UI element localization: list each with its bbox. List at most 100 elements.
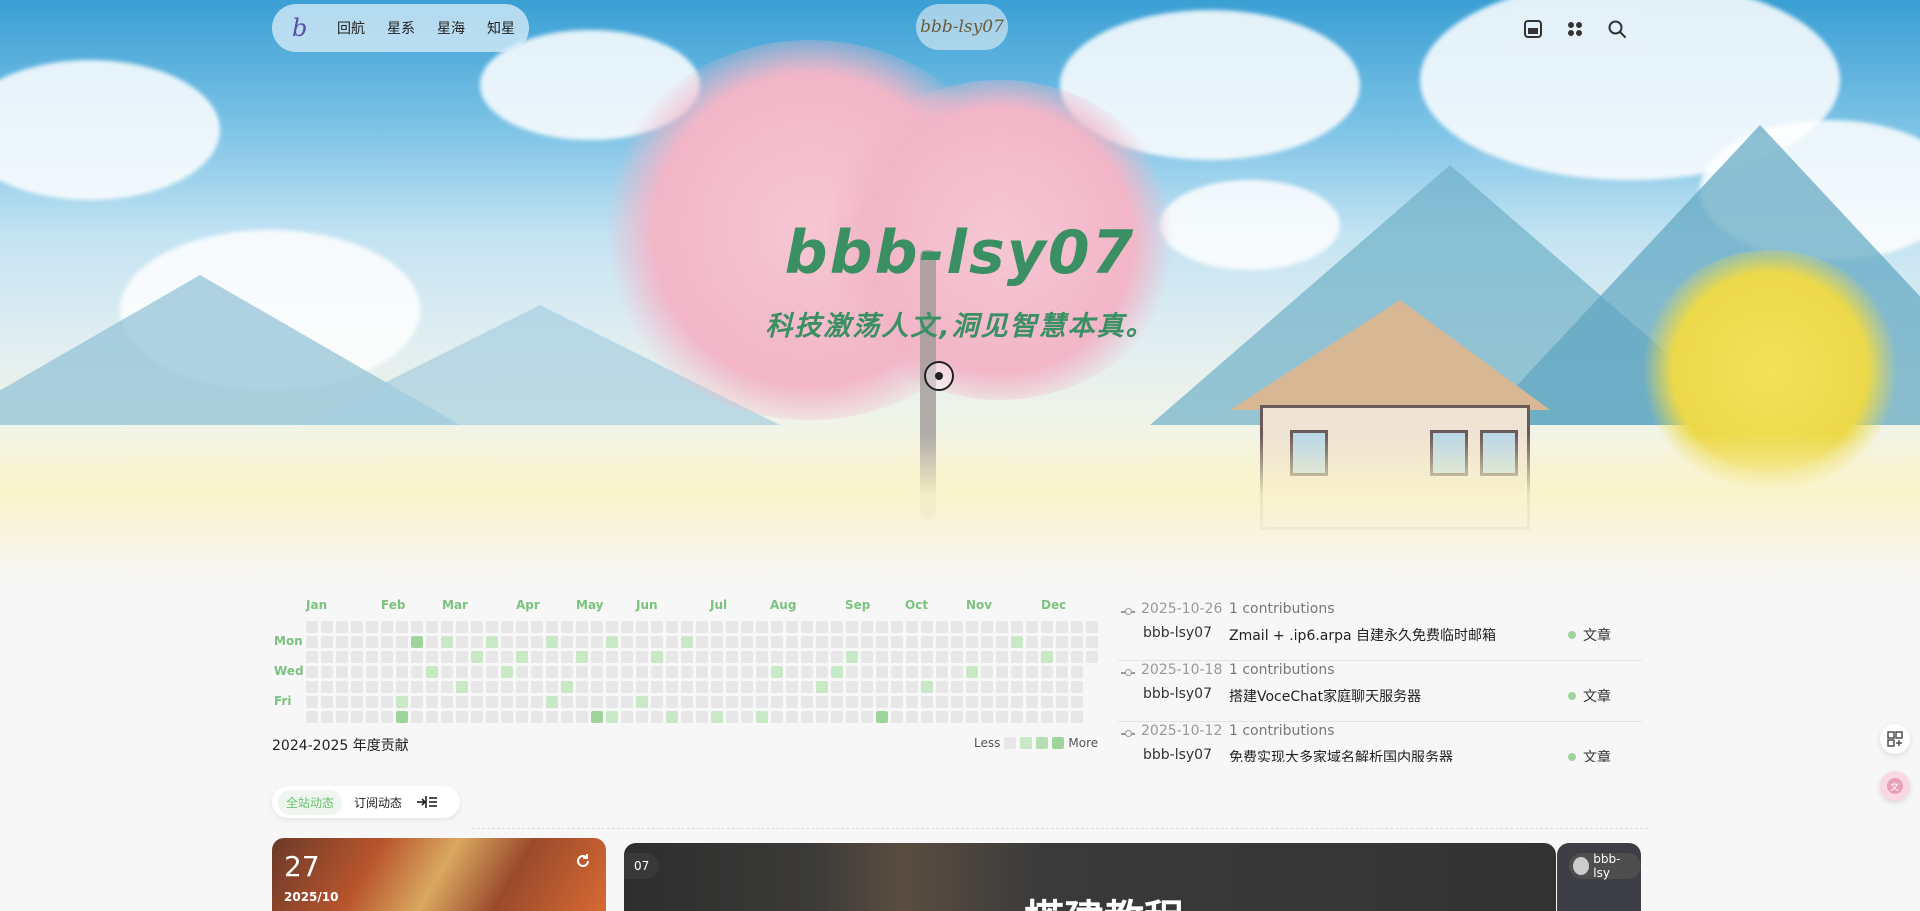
contribution-cell[interactable] xyxy=(321,681,333,693)
contribution-cell[interactable] xyxy=(336,651,348,663)
contribution-cell[interactable] xyxy=(666,681,678,693)
contribution-cell[interactable] xyxy=(921,681,933,693)
contribution-cell[interactable] xyxy=(486,681,498,693)
contribution-cell[interactable] xyxy=(1056,636,1068,648)
site-logo[interactable]: b xyxy=(292,14,324,42)
contribution-cell[interactable] xyxy=(321,636,333,648)
contribution-cell[interactable] xyxy=(351,651,363,663)
contribution-cell[interactable] xyxy=(561,711,573,723)
contribution-cell[interactable] xyxy=(396,681,408,693)
contribution-cell[interactable] xyxy=(711,651,723,663)
contribution-cell[interactable] xyxy=(801,696,813,708)
contribution-cell[interactable] xyxy=(591,696,603,708)
contribution-cell[interactable] xyxy=(381,651,393,663)
contribution-cell[interactable] xyxy=(591,711,603,723)
contribution-cell[interactable] xyxy=(576,696,588,708)
contribution-cell[interactable] xyxy=(651,711,663,723)
date-card[interactable]: 27 2025/10 xyxy=(272,838,606,911)
contribution-cell[interactable] xyxy=(726,711,738,723)
contribution-cell[interactable] xyxy=(996,651,1008,663)
contribution-cell[interactable] xyxy=(951,666,963,678)
contribution-cell[interactable] xyxy=(606,621,618,633)
contribution-cell[interactable] xyxy=(786,681,798,693)
contribution-cell[interactable] xyxy=(771,696,783,708)
contribution-cell[interactable] xyxy=(906,681,918,693)
contribution-cell[interactable] xyxy=(876,651,888,663)
contribution-cell[interactable] xyxy=(1056,651,1068,663)
contribution-cell[interactable] xyxy=(516,666,528,678)
contribution-cell[interactable] xyxy=(411,711,423,723)
contribution-cell[interactable] xyxy=(591,651,603,663)
contribution-cell[interactable] xyxy=(381,681,393,693)
contribution-cell[interactable] xyxy=(531,666,543,678)
contribution-cell[interactable] xyxy=(771,666,783,678)
contribution-cell[interactable] xyxy=(756,651,768,663)
side-grid-button[interactable] xyxy=(1880,724,1910,754)
contribution-cell[interactable] xyxy=(306,711,318,723)
contribution-cell[interactable] xyxy=(336,711,348,723)
contribution-cell[interactable] xyxy=(696,621,708,633)
contribution-cell[interactable] xyxy=(561,681,573,693)
contribution-cell[interactable] xyxy=(381,696,393,708)
contribution-cell[interactable] xyxy=(771,651,783,663)
contribution-cell[interactable] xyxy=(501,696,513,708)
nav-item-xingxi[interactable]: 星系 xyxy=(378,18,424,38)
contribution-cell[interactable] xyxy=(396,666,408,678)
contribution-cell[interactable] xyxy=(441,621,453,633)
contribution-cell[interactable] xyxy=(756,711,768,723)
contribution-cell[interactable] xyxy=(321,696,333,708)
contribution-cell[interactable] xyxy=(951,711,963,723)
contribution-cell[interactable] xyxy=(366,711,378,723)
contribution-cell[interactable] xyxy=(771,711,783,723)
contribution-cell[interactable] xyxy=(531,651,543,663)
contribution-cell[interactable] xyxy=(1056,621,1068,633)
contribution-cell[interactable] xyxy=(531,621,543,633)
contribution-cell[interactable] xyxy=(951,696,963,708)
tab-all-activity[interactable]: 全站动态 xyxy=(278,789,343,815)
contribution-cell[interactable] xyxy=(876,666,888,678)
contribution-cell[interactable] xyxy=(681,651,693,663)
contribution-cell[interactable] xyxy=(936,621,948,633)
contribution-cell[interactable] xyxy=(756,681,768,693)
contribution-cell[interactable] xyxy=(666,621,678,633)
contribution-cell[interactable] xyxy=(576,666,588,678)
contribution-cell[interactable] xyxy=(501,636,513,648)
contribution-cell[interactable] xyxy=(1056,681,1068,693)
contribution-cell[interactable] xyxy=(681,711,693,723)
contribution-cell[interactable] xyxy=(756,666,768,678)
contribution-cell[interactable] xyxy=(711,636,723,648)
contribution-cell[interactable] xyxy=(891,651,903,663)
contribution-cell[interactable] xyxy=(531,696,543,708)
contribution-cell[interactable] xyxy=(501,681,513,693)
contribution-cell[interactable] xyxy=(696,681,708,693)
contribution-cell[interactable] xyxy=(621,681,633,693)
contribution-cell[interactable] xyxy=(471,666,483,678)
contribution-cell[interactable] xyxy=(381,711,393,723)
contribution-cell[interactable] xyxy=(321,651,333,663)
side-translate-button[interactable]: 文 xyxy=(1880,771,1910,801)
contribution-cell[interactable] xyxy=(381,621,393,633)
contribution-cell[interactable] xyxy=(996,711,1008,723)
contribution-cell[interactable] xyxy=(966,636,978,648)
contribution-cell[interactable] xyxy=(411,651,423,663)
contribution-cell[interactable] xyxy=(681,621,693,633)
contribution-cell[interactable] xyxy=(531,711,543,723)
contribution-cell[interactable] xyxy=(576,621,588,633)
contribution-cell[interactable] xyxy=(981,681,993,693)
contribution-cell[interactable] xyxy=(456,666,468,678)
contribution-cell[interactable] xyxy=(936,651,948,663)
contribution-cell[interactable] xyxy=(636,711,648,723)
contribution-cell[interactable] xyxy=(366,621,378,633)
contribution-cell[interactable] xyxy=(741,711,753,723)
contribution-cell[interactable] xyxy=(726,636,738,648)
contribution-cell[interactable] xyxy=(561,651,573,663)
contribution-cell[interactable] xyxy=(546,666,558,678)
contribution-cell[interactable] xyxy=(1071,666,1083,678)
contribution-cell[interactable] xyxy=(456,711,468,723)
contribution-cell[interactable] xyxy=(1041,621,1053,633)
contribution-cell[interactable] xyxy=(816,666,828,678)
contribution-cell[interactable] xyxy=(1041,666,1053,678)
contribution-cell[interactable] xyxy=(741,666,753,678)
contribution-cell[interactable] xyxy=(396,696,408,708)
nav-item-huihang[interactable]: 回航 xyxy=(328,18,374,38)
